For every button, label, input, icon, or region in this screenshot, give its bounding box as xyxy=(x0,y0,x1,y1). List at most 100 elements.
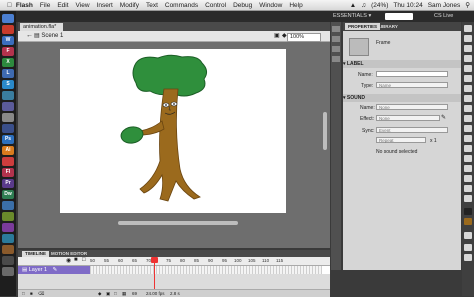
volume-icon[interactable]: ♫ xyxy=(361,2,366,9)
zoom-tool-icon[interactable] xyxy=(464,195,472,202)
frame-ruler[interactable]: ◉ ■ □ xyxy=(18,257,330,266)
menu-debug[interactable]: Debug xyxy=(233,2,252,9)
eraser-tool-icon[interactable] xyxy=(464,175,472,182)
flash-dock-icon[interactable]: Fl xyxy=(2,168,14,177)
trash-icon[interactable] xyxy=(2,267,14,276)
straighten-icon[interactable] xyxy=(464,254,472,261)
lock-icon[interactable]: ■ xyxy=(74,257,78,263)
app-icon-2[interactable] xyxy=(2,91,14,100)
playhead-marker[interactable] xyxy=(151,257,158,263)
flash-app-icon[interactable]: F xyxy=(2,47,14,56)
label-section-header[interactable]: ▾ LABEL xyxy=(343,60,461,68)
edit-symbols-icon[interactable]: ◆ xyxy=(282,32,287,39)
swatches-icon[interactable] xyxy=(332,36,340,42)
sync-select[interactable]: Event xyxy=(376,127,448,133)
app-icon-9[interactable] xyxy=(2,234,14,243)
app-icon-7[interactable] xyxy=(2,212,14,221)
acrobat-icon[interactable] xyxy=(2,157,14,166)
app-icon-8[interactable] xyxy=(2,223,14,232)
app-icon-6[interactable] xyxy=(2,201,14,210)
photoshop-icon[interactable]: Ps xyxy=(2,135,14,144)
clock[interactable]: Thu 10:24 xyxy=(393,2,422,9)
pen-tool-icon[interactable] xyxy=(464,75,472,82)
vertical-scrollbar[interactable] xyxy=(323,112,327,150)
back-arrow-icon[interactable]: ← xyxy=(26,32,33,39)
transform-icon[interactable] xyxy=(332,56,340,62)
menu-modify[interactable]: Modify xyxy=(120,2,139,9)
browser-icon[interactable] xyxy=(2,25,14,34)
lasso-tool-icon[interactable] xyxy=(464,65,472,72)
premiere-icon[interactable]: Pr xyxy=(2,179,14,188)
bone-tool-icon[interactable] xyxy=(464,145,472,152)
3d-rotation-tool-icon[interactable] xyxy=(464,55,472,62)
zoom-select[interactable]: 100% xyxy=(287,33,321,42)
brush-tool-icon[interactable] xyxy=(464,125,472,132)
document-tab[interactable]: animation.fla* xyxy=(20,23,63,31)
rectangle-tool-icon[interactable] xyxy=(464,105,472,112)
menu-text[interactable]: Text xyxy=(146,2,158,9)
selection-tool-icon[interactable] xyxy=(464,25,472,32)
tab-library[interactable]: LIBRARY xyxy=(375,23,401,30)
menu-edit[interactable]: Edit xyxy=(57,2,68,9)
edit-pencil-icon[interactable]: ✎ xyxy=(441,114,446,121)
free-transform-tool-icon[interactable] xyxy=(464,45,472,52)
scene-breadcrumb[interactable]: ▤ Scene 1 xyxy=(34,32,63,39)
app-icon-10[interactable] xyxy=(2,245,14,254)
fill-color-icon[interactable] xyxy=(464,218,472,225)
menu-commands[interactable]: Commands xyxy=(165,2,198,9)
illustrator-icon[interactable]: Ai xyxy=(2,146,14,155)
stroke-color-icon[interactable] xyxy=(464,208,472,215)
text-tool-icon[interactable] xyxy=(464,85,472,92)
battery-status[interactable]: (24%) xyxy=(371,2,388,9)
sound-name-select[interactable]: None xyxy=(376,104,448,110)
eyedropper-tool-icon[interactable] xyxy=(464,165,472,172)
menu-insert[interactable]: Insert xyxy=(97,2,113,9)
frame-cells[interactable] xyxy=(90,266,322,274)
repeat-select[interactable]: Repeat xyxy=(376,137,426,143)
wifi-icon[interactable]: ▲ xyxy=(350,2,356,9)
subselection-tool-icon[interactable] xyxy=(464,35,472,42)
app-icon-l[interactable]: L xyxy=(2,69,14,78)
edit-scene-icon[interactable]: ▣ xyxy=(274,32,280,39)
hand-tool-icon[interactable] xyxy=(464,185,472,192)
search-icon[interactable]: ⚲ xyxy=(465,1,470,9)
apple-icon[interactable]:  xyxy=(7,2,12,9)
app-icon-11[interactable] xyxy=(2,256,14,265)
line-tool-icon[interactable] xyxy=(464,95,472,102)
menu-app-name[interactable]: Flash xyxy=(16,2,33,9)
menu-help[interactable]: Help xyxy=(289,2,302,9)
repeat-count[interactable]: x 1 xyxy=(430,138,437,144)
color-panel-icon[interactable] xyxy=(332,26,340,32)
layer-1-row[interactable]: ▤ Layer 1 ✎ xyxy=(18,266,90,274)
snap-icon[interactable] xyxy=(464,232,472,239)
excel-icon[interactable]: X xyxy=(2,58,14,67)
menu-window[interactable]: Window xyxy=(259,2,282,9)
word-icon[interactable]: W xyxy=(2,36,14,45)
paint-bucket-tool-icon[interactable] xyxy=(464,155,472,162)
effect-select[interactable]: None xyxy=(376,115,440,121)
horizontal-scrollbar[interactable] xyxy=(118,221,238,225)
cs-live-button[interactable]: CS Live xyxy=(434,13,453,19)
user-name[interactable]: Sam Jones xyxy=(428,2,461,9)
menu-file[interactable]: File xyxy=(40,2,50,9)
deco-tool-icon[interactable] xyxy=(464,135,472,142)
app-icon-3[interactable] xyxy=(2,102,14,111)
dreamweaver-icon[interactable]: Dw xyxy=(2,190,14,199)
menu-control[interactable]: Control xyxy=(205,2,226,9)
skype-icon[interactable]: S xyxy=(2,80,14,89)
app-icon-5[interactable] xyxy=(2,124,14,133)
sound-section-header[interactable]: ▾ SOUND xyxy=(343,94,461,102)
type-select[interactable]: Name xyxy=(376,82,448,88)
workspace-switcher[interactable]: ESSENTIALS ▾ xyxy=(333,13,371,19)
app-icon-4[interactable] xyxy=(2,113,14,122)
finder-icon[interactable] xyxy=(2,14,14,23)
outline-icon[interactable]: □ xyxy=(82,257,86,263)
align-icon[interactable] xyxy=(332,46,340,52)
stage[interactable] xyxy=(60,49,286,213)
search-field[interactable] xyxy=(385,13,413,20)
pencil-tool-icon[interactable] xyxy=(464,115,472,122)
frame-name-field[interactable] xyxy=(376,71,448,77)
eye-icon[interactable]: ◉ xyxy=(66,257,71,264)
menu-view[interactable]: View xyxy=(76,2,90,9)
smooth-icon[interactable] xyxy=(464,244,472,251)
